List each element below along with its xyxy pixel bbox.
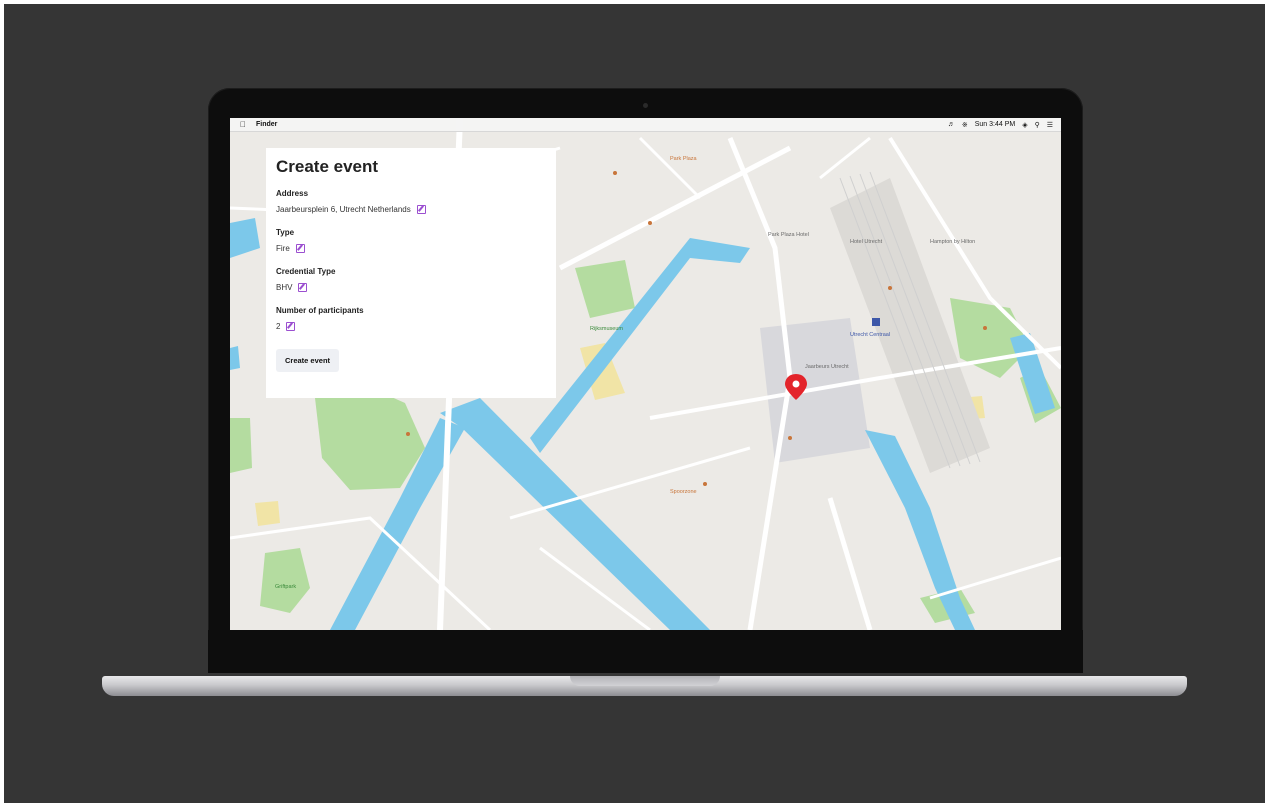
address-label: Address <box>276 189 309 198</box>
menu-list-icon[interactable]: ☰ <box>1047 121 1053 129</box>
edit-icon[interactable] <box>295 244 305 253</box>
address-value: Jaarbeursplein 6, Utrecht Netherlands <box>276 205 411 214</box>
participants-value: 2 <box>276 322 281 331</box>
apple-icon[interactable]:  <box>240 120 246 129</box>
type-field: Fire <box>276 244 546 253</box>
laptop-hinge-notch <box>570 676 720 686</box>
webcam <box>643 103 648 108</box>
map-label: Hampton by Hilton <box>930 239 975 245</box>
map-label: Jaarbeurs Utrecht <box>805 364 849 370</box>
clock[interactable]: Sun 3:44 PM <box>975 121 1015 128</box>
restaurant-icon[interactable] <box>983 326 987 330</box>
edit-icon[interactable] <box>416 205 426 214</box>
restaurant-icon[interactable] <box>648 221 652 225</box>
station-label[interactable]: Utrecht Centraal <box>850 332 890 338</box>
map-label: Park Plaza Hotel <box>768 232 809 238</box>
type-label: Type <box>276 228 295 237</box>
address-field: Jaarbeursplein 6, Utrecht Netherlands <box>276 205 546 214</box>
restaurant-icon[interactable] <box>888 286 892 290</box>
edit-icon[interactable] <box>298 283 308 292</box>
map-label: Griftpark <box>275 584 296 590</box>
participants-label: Number of participants <box>276 306 364 315</box>
map-label: Park Plaza <box>670 156 698 162</box>
type-value: Fire <box>276 244 290 253</box>
map-label: Rijksmuseum <box>590 326 623 332</box>
restaurant-icon[interactable] <box>406 432 410 436</box>
create-event-panel: Create event Address Jaarbeursplein 6, U… <box>266 148 556 398</box>
laptop-screen:  Finder ♬ ※ Sun 3:44 PM ◈ ⚲ ☰ <box>230 118 1061 630</box>
restaurant-icon[interactable] <box>788 436 792 440</box>
restaurant-icon[interactable] <box>703 482 707 486</box>
train-station-icon[interactable] <box>872 318 880 326</box>
edit-icon[interactable] <box>286 322 296 331</box>
credential-type-label: Credential Type <box>276 267 336 276</box>
map-label: Spoorzone <box>670 489 697 495</box>
participants-field: 2 <box>276 322 546 331</box>
restaurant-icon[interactable] <box>613 171 617 175</box>
search-icon[interactable]: ⚲ <box>1035 121 1040 129</box>
bluetooth-icon[interactable]: ※ <box>962 121 968 129</box>
map-label: Hotel Utrecht <box>850 239 883 245</box>
credential-type-value: BHV <box>276 283 293 292</box>
wifi-icon[interactable]: ◈ <box>1022 121 1027 129</box>
create-event-button[interactable]: Create event <box>276 349 340 372</box>
laptop-bezel-bottom <box>208 630 1083 673</box>
app-name[interactable]: Finder <box>256 121 277 128</box>
panel-title: Create event <box>276 157 379 176</box>
mac-menubar:  Finder ♬ ※ Sun 3:44 PM ◈ ⚲ ☰ <box>230 118 1061 132</box>
volume-icon[interactable]: ♬ <box>948 121 955 128</box>
credential-type-field: BHV <box>276 283 546 292</box>
